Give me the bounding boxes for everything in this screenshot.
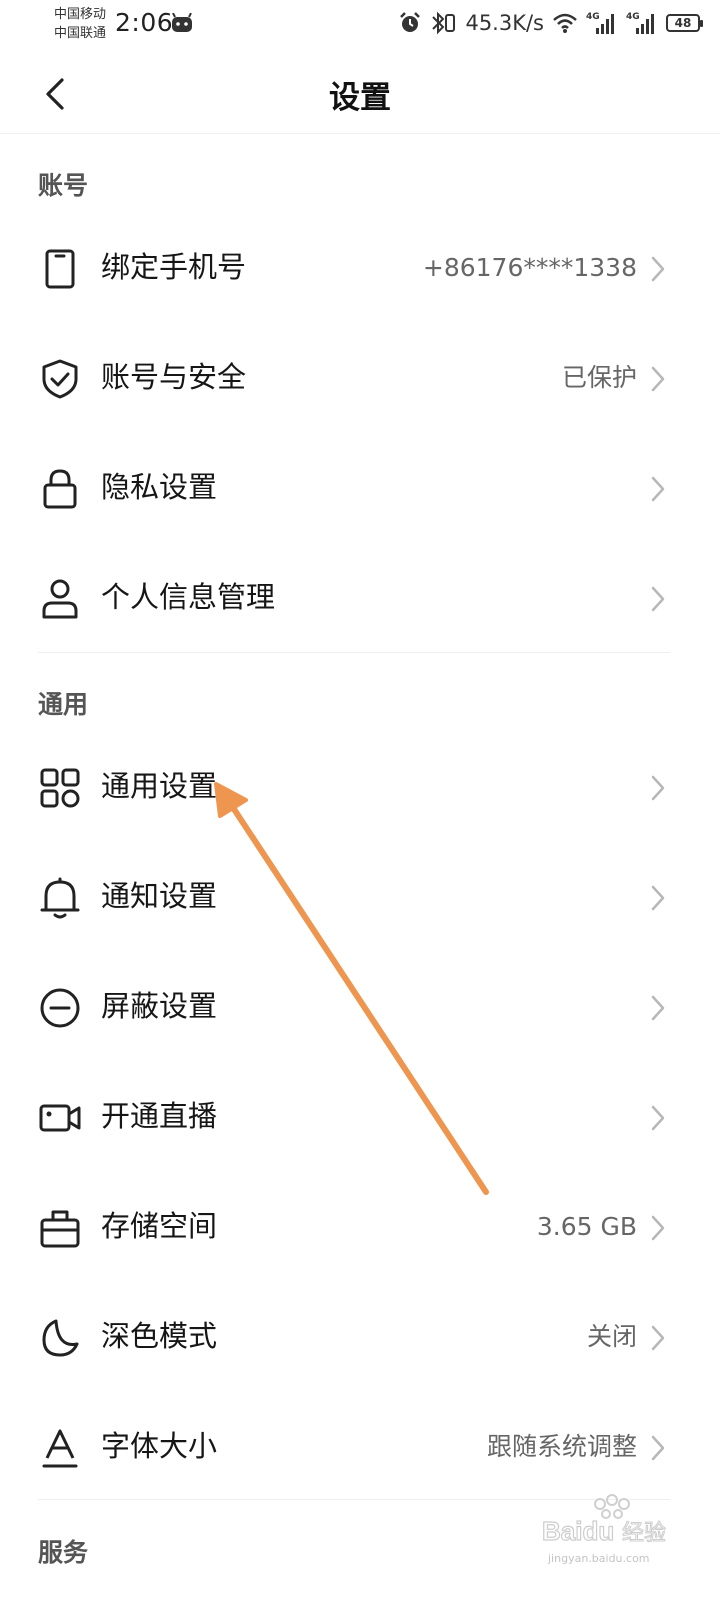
chevron-right-icon	[651, 476, 665, 502]
item-label: 通知设置	[101, 879, 218, 913]
list-item-notification-settings[interactable]: 通知设置	[0, 841, 720, 951]
item-value: 已保护	[561, 363, 637, 392]
chevron-right-icon	[651, 1105, 665, 1131]
storage-icon	[40, 1210, 80, 1248]
grid-icon	[40, 768, 80, 808]
item-label: 绑定手机号	[101, 250, 247, 284]
carrier-1: 中国移动	[54, 7, 107, 22]
item-label: 字体大小	[101, 1429, 218, 1463]
section-title-general: 通用	[38, 690, 89, 719]
list-item-dark-mode[interactable]: 深色模式 关闭	[0, 1281, 720, 1391]
bell-icon	[40, 877, 80, 919]
battery-icon: 48	[666, 14, 703, 32]
person-icon	[42, 579, 78, 619]
nav-header: 设置	[0, 52, 720, 134]
list-item-bind-phone[interactable]: 绑定手机号 +86176****1338	[0, 212, 720, 322]
svg-text:4G: 4G	[626, 12, 640, 22]
baidu-watermark-logo: Baidu 经验	[541, 1494, 667, 1547]
chevron-right-icon	[651, 775, 665, 801]
item-label: 隐私设置	[101, 470, 218, 504]
status-icons: 45.3K/s 4G 4G 48	[399, 8, 703, 38]
item-value: +86176****1338	[422, 253, 637, 282]
bluetooth-vibrate-icon	[432, 11, 456, 35]
list-item-general-settings[interactable]: 通用设置	[0, 731, 720, 841]
signal-1-icon: 4G	[586, 12, 614, 34]
section-title-service: 服务	[38, 1538, 89, 1567]
phone-icon	[45, 249, 75, 289]
page-title: 设置	[329, 80, 391, 116]
svg-text:Baidu: Baidu	[542, 1516, 614, 1546]
watermark-text: jingyan.baidu.com	[548, 1552, 650, 1565]
chevron-right-icon	[651, 1435, 665, 1461]
item-value: 跟随系统调整	[486, 1432, 637, 1461]
item-label: 屏蔽设置	[101, 989, 218, 1023]
signal-2-icon: 4G	[626, 12, 654, 34]
shield-check-icon	[42, 359, 78, 399]
list-item-block-settings[interactable]: 屏蔽设置	[0, 951, 720, 1061]
item-label: 个人信息管理	[101, 580, 276, 614]
clock: 2:06	[115, 8, 174, 37]
chevron-right-icon	[651, 885, 665, 911]
font-size-icon	[42, 1429, 78, 1468]
chevron-right-icon	[651, 366, 665, 392]
item-label: 通用设置	[101, 769, 218, 803]
network-speed: 45.3K/s	[465, 11, 544, 35]
list-item-open-live[interactable]: 开通直播	[0, 1061, 720, 1171]
item-label: 存储空间	[101, 1209, 218, 1243]
carrier-info: 中国移动 中国联通	[54, 5, 106, 43]
list-item-privacy[interactable]: 隐私设置	[0, 432, 720, 542]
block-icon	[40, 988, 80, 1028]
video-camera-icon	[39, 1104, 81, 1132]
list-item-account-security[interactable]: 账号与安全 已保护	[0, 322, 720, 432]
chevron-right-icon	[651, 995, 665, 1021]
chevron-right-icon	[651, 1325, 665, 1351]
list-item-personal-info[interactable]: 个人信息管理	[0, 542, 720, 652]
chevron-right-icon	[651, 1215, 665, 1241]
list-item-font-size[interactable]: 字体大小 跟随系统调整	[0, 1391, 720, 1501]
item-label: 账号与安全	[101, 360, 247, 394]
item-value: 关闭	[586, 1322, 637, 1351]
section-title-account: 账号	[38, 171, 89, 200]
app-notification-icon	[172, 13, 192, 32]
alarm-icon	[400, 12, 421, 32]
chevron-right-icon	[651, 586, 665, 612]
item-value: 3.65 GB	[536, 1212, 637, 1241]
list-item-storage[interactable]: 存储空间 3.65 GB	[0, 1171, 720, 1281]
chevron-right-icon	[651, 256, 665, 282]
moon-icon	[42, 1319, 79, 1357]
lock-icon	[43, 469, 77, 509]
wifi-icon	[553, 13, 577, 33]
status-bar: 中国移动 中国联通 2:06 45.3K/s 4G 4G 48	[0, 0, 720, 52]
svg-text:经验: 经验	[622, 1521, 666, 1546]
svg-text:4G: 4G	[586, 12, 600, 22]
section-divider	[38, 652, 670, 653]
item-label: 深色模式	[101, 1319, 218, 1353]
carrier-2: 中国联通	[54, 26, 107, 41]
item-label: 开通直播	[101, 1099, 218, 1133]
